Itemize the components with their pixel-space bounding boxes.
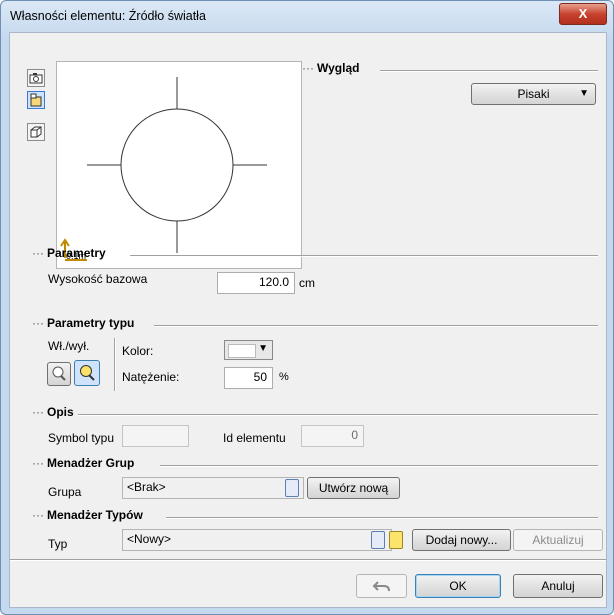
element-preview: 0.1m — [56, 61, 302, 269]
dodaj-nowy-button[interactable]: Dodaj nowy... — [412, 529, 511, 551]
kolor-picker[interactable]: ▼ — [224, 340, 273, 360]
3d-view-icon[interactable] — [27, 123, 45, 141]
anuluj-button[interactable]: Anuluj — [513, 574, 603, 598]
title-bar: Własności elementu: Źródło światła X — [1, 1, 613, 31]
typ-select-icon[interactable] — [371, 531, 385, 549]
light-on-button[interactable] — [74, 360, 100, 386]
section-parametry-typu-header: ··· Parametry typu — [32, 316, 135, 330]
close-button[interactable]: X — [559, 3, 607, 25]
undo-icon — [372, 581, 390, 592]
grupa-combo[interactable]: <Brak> — [122, 477, 304, 499]
wysokosc-unit: cm — [299, 276, 315, 290]
pisaki-dropdown[interactable]: Pisaki ▼ — [471, 83, 596, 105]
divider — [130, 255, 598, 257]
plan-view-icon[interactable] — [27, 91, 45, 109]
wysokosc-input[interactable]: 120.0 — [217, 272, 295, 294]
vertical-divider — [114, 338, 116, 391]
id-elementu-input[interactable]: 0 — [301, 425, 364, 447]
typ-combo[interactable]: <Nowy> — [122, 529, 392, 551]
divider — [154, 325, 598, 327]
divider — [166, 517, 598, 519]
natezenie-unit: % — [279, 371, 289, 383]
section-parametry-header: ··· Parametry — [32, 246, 106, 260]
typ-label: Typ — [48, 537, 68, 551]
color-swatch — [228, 344, 256, 358]
wysokosc-label: Wysokość bazowa — [48, 272, 148, 286]
utworz-nowa-button[interactable]: Utwórz nową — [307, 477, 400, 499]
dialog-client-area: 0.1m ··· Wygląd Pisaki ▼ ··· Parametry Wys… — [9, 32, 607, 608]
divider — [160, 465, 598, 467]
grupa-label: Grupa — [48, 485, 82, 499]
camera-icon[interactable] — [27, 69, 45, 87]
bulb-off-icon — [52, 366, 66, 381]
undo-button[interactable] — [356, 574, 407, 598]
divider — [78, 414, 598, 416]
section-wyglad-header: ··· Wygląd — [302, 61, 360, 75]
id-elementu-label: Id elementu — [223, 431, 286, 445]
light-source-symbol — [60, 77, 267, 261]
natezenie-label: Natężenie: — [122, 370, 180, 384]
typ-edit-icon[interactable] — [389, 531, 403, 549]
bulb-on-icon — [80, 365, 95, 381]
footer-divider — [10, 559, 606, 561]
divider — [380, 70, 598, 72]
aktualizuj-button[interactable]: Aktualizuj — [513, 529, 603, 551]
symbol-typu-label: Symbol typu — [48, 431, 115, 445]
grupa-select-icon[interactable] — [285, 479, 299, 497]
properties-dialog: Własności elementu: Źródło światła X 0.1… — [0, 0, 614, 615]
section-opis-header: ··· Opis — [32, 405, 74, 419]
wlwyl-label: Wł./wył. — [48, 339, 90, 353]
chevron-down-icon: ▼ — [258, 343, 268, 354]
ok-button[interactable]: OK — [415, 574, 501, 598]
natezenie-input[interactable]: 50 — [224, 367, 273, 389]
chevron-down-icon: ▼ — [579, 88, 589, 99]
section-menadzer-grup-header: ··· Menadżer Grup — [32, 456, 135, 470]
symbol-typu-input[interactable] — [122, 425, 189, 447]
dialog-title: Własności elementu: Źródło światła — [10, 9, 206, 23]
kolor-label: Kolor: — [122, 344, 154, 358]
section-menadzer-typow-header: ··· Menadżer Typów — [32, 508, 143, 522]
light-off-button[interactable] — [47, 362, 71, 386]
